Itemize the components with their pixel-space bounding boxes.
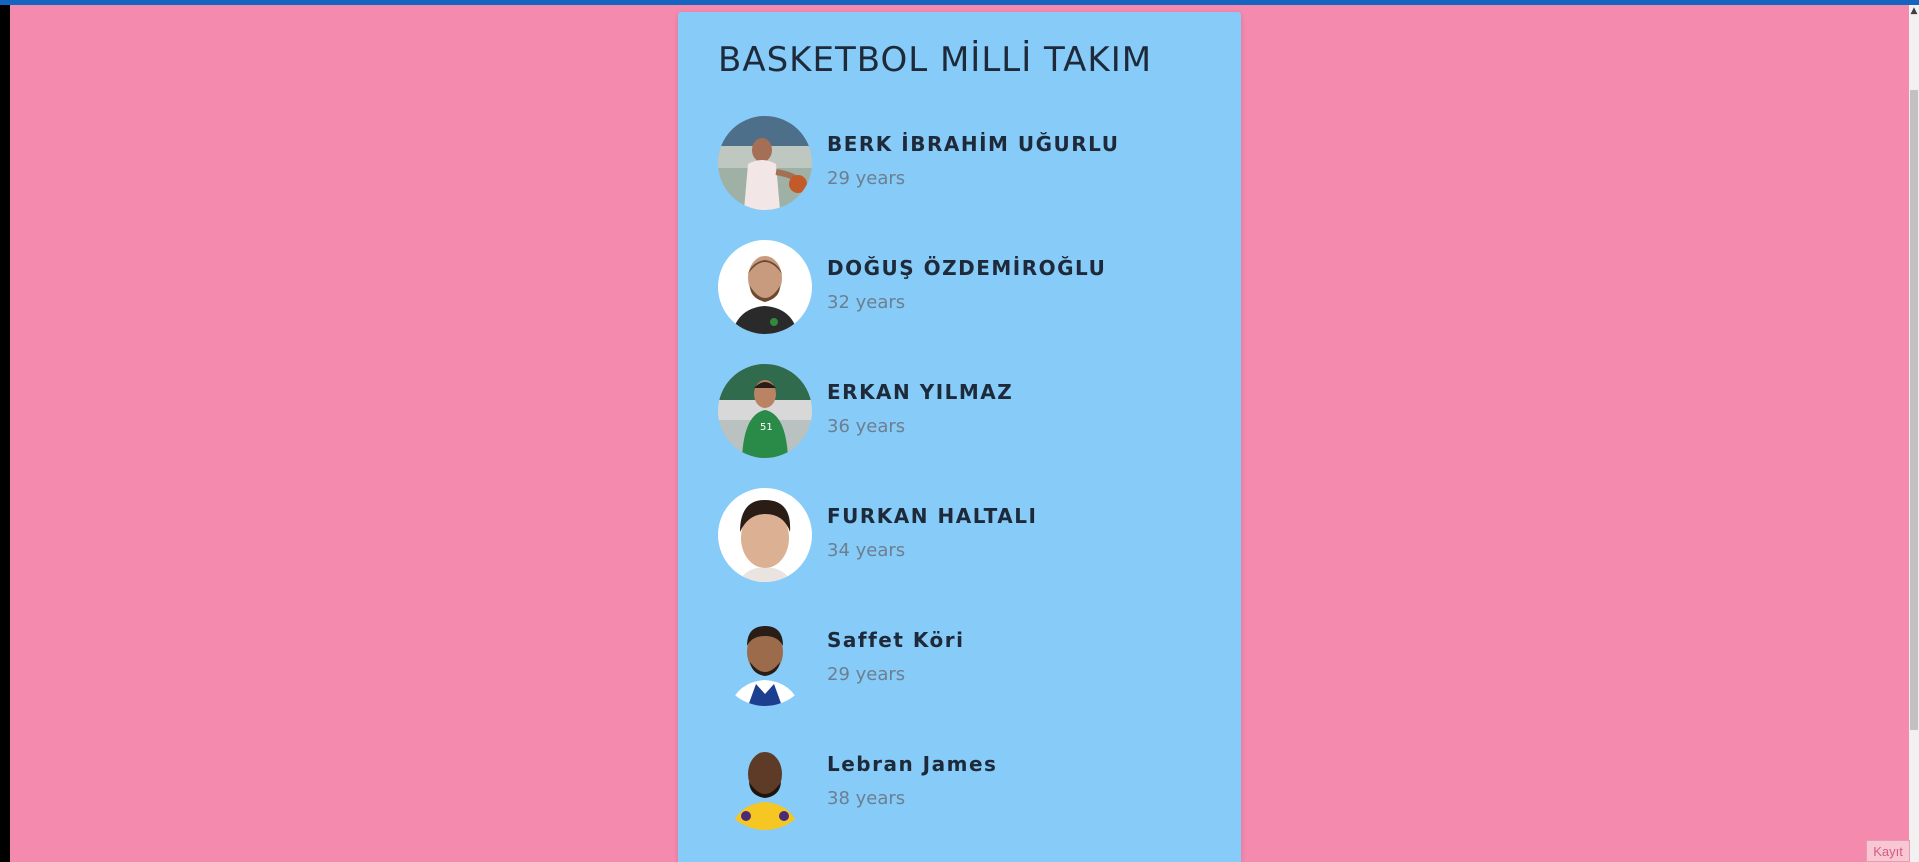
player-list-item[interactable]: BERK İBRAHİM UĞURLU 29 years (718, 116, 1198, 210)
player-photo-icon (718, 240, 812, 334)
svg-text:51: 51 (760, 422, 773, 433)
player-age: 36 years (827, 416, 906, 437)
player-photo-icon (718, 488, 812, 582)
player-age: 29 years (827, 168, 906, 189)
player-age: 34 years (827, 540, 906, 561)
player-name: Saffet Köri (827, 628, 965, 652)
player-photo-icon (718, 116, 812, 210)
page-title: BASKETBOL MİLLİ TAKIM (718, 40, 1153, 80)
vertical-scrollbar[interactable]: ▲ (1909, 5, 1919, 862)
player-age: 38 years (827, 788, 906, 809)
top-accent-bar (0, 0, 1919, 5)
player-name: BERK İBRAHİM UĞURLU (827, 132, 1120, 156)
scroll-thumb[interactable] (1910, 90, 1918, 730)
save-button[interactable]: Kayıt (1866, 840, 1910, 862)
scroll-up-arrow-icon[interactable]: ▲ (1910, 6, 1918, 16)
player-name: DOĞUŞ ÖZDEMİROĞLU (827, 256, 1107, 280)
player-age: 29 years (827, 664, 906, 685)
player-list-item[interactable]: 51 ERKAN YILMAZ 36 years (718, 364, 1198, 458)
player-name: ERKAN YILMAZ (827, 380, 1014, 404)
team-card: BASKETBOL MİLLİ TAKIM BERK İBRAHİM UĞURL… (678, 12, 1241, 862)
player-photo-icon: 51 (718, 364, 812, 458)
player-photo-icon (718, 612, 812, 706)
player-list-item[interactable]: FURKAN HALTALI 34 years (718, 488, 1198, 582)
player-list-item[interactable]: Saffet Köri 29 years (718, 612, 1198, 706)
player-name: FURKAN HALTALI (827, 504, 1038, 528)
window-edge (0, 0, 10, 862)
player-photo-icon (718, 736, 812, 830)
player-age: 32 years (827, 292, 906, 313)
player-list-item[interactable]: Lebran James 38 years (718, 736, 1198, 830)
player-name: Lebran James (827, 752, 998, 776)
player-list-item[interactable]: DOĞUŞ ÖZDEMİROĞLU 32 years (718, 240, 1198, 334)
